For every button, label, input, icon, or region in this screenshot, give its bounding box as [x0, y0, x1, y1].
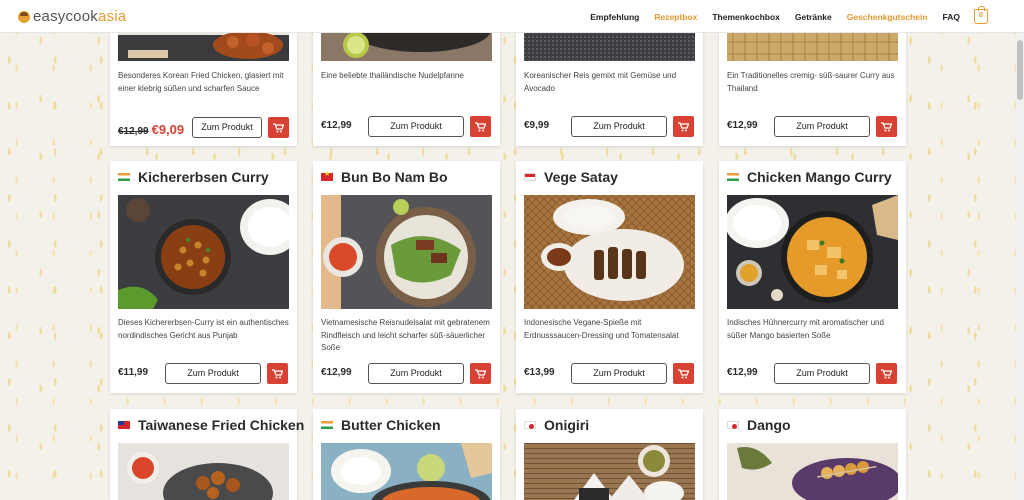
cart-icon[interactable]: 0 — [974, 6, 988, 24]
cart-icon — [678, 121, 689, 131]
product-card-vege-satay: Vege Satay Indonesische Vegane-Spieße mi… — [516, 161, 703, 393]
product-title[interactable]: Taiwanese Fried Chicken — [118, 417, 304, 433]
product-title[interactable]: Dango — [727, 417, 791, 433]
product-price: €13,99 — [524, 367, 555, 378]
japan-flag-icon — [524, 421, 536, 429]
logo-bowl-icon — [18, 10, 30, 23]
product-card-taiwanese-fried-chicken: Taiwanese Fried Chicken — [110, 409, 304, 500]
product-price: €12,99 — [321, 367, 352, 378]
nav-faq[interactable]: FAQ — [943, 12, 960, 22]
nav-empfehlung[interactable]: Empfehlung — [590, 12, 639, 22]
product-description: Vietnamesische Reisnudelsalat mit gebrat… — [321, 318, 490, 352]
product-card-kichererbsen-curry: Kichererbsen Curry Dieses Kichererbsen-C… — [110, 161, 297, 393]
zum-produkt-button[interactable]: Zum Produkt — [368, 116, 464, 137]
product-image[interactable] — [524, 195, 695, 309]
india-flag-icon — [321, 421, 333, 429]
add-to-cart-button[interactable] — [470, 363, 491, 384]
nav-getraenke[interactable]: Getränke — [795, 12, 832, 22]
zum-produkt-button[interactable]: Zum Produkt — [571, 363, 667, 384]
add-to-cart-button[interactable] — [673, 363, 694, 384]
product-description: Ein Traditionelles cremig- süß-saurer Cu… — [727, 71, 895, 93]
product-price: €12,99 — [321, 120, 352, 131]
add-to-cart-button[interactable] — [267, 363, 288, 384]
zum-produkt-button[interactable]: Zum Produkt — [571, 116, 667, 137]
add-to-cart-button[interactable] — [268, 117, 289, 138]
product-image[interactable] — [118, 195, 289, 309]
nav-geschenkgutschein[interactable]: Geschenkgutschein — [847, 12, 928, 22]
cart-icon — [272, 368, 283, 378]
product-card-chicken-mango-curry: Chicken Mango Curry Indisches Hühnercurr… — [719, 161, 906, 393]
product-description: Indisches Hühnercurry mit aromatischer u… — [727, 318, 884, 340]
logo-text-accent: asia — [97, 8, 127, 25]
main-nav: Empfehlung Rezeptbox Themenkochbox Geträ… — [575, 0, 990, 33]
product-image[interactable] — [727, 443, 898, 500]
product-description: Besonderes Korean Fried Chicken, glasier… — [118, 71, 284, 93]
cart-count: 0 — [979, 12, 983, 19]
product-image[interactable] — [524, 443, 695, 500]
product-image[interactable] — [118, 443, 289, 500]
scrollbar-thumb[interactable] — [1017, 40, 1023, 100]
add-to-cart-button[interactable] — [470, 116, 491, 137]
logo-text-main: easycook — [33, 8, 98, 25]
product-title[interactable]: Bun Bo Nam Bo — [321, 169, 448, 185]
product-title[interactable]: Butter Chicken — [321, 417, 441, 433]
cart-icon — [678, 368, 689, 378]
taiwan-flag-icon — [118, 421, 130, 429]
site-logo[interactable]: easycookasia — [18, 8, 126, 25]
zum-produkt-button[interactable]: Zum Produkt — [774, 363, 870, 384]
japan-flag-icon — [727, 421, 739, 429]
india-flag-icon — [118, 173, 130, 181]
product-title[interactable]: Kichererbsen Curry — [118, 169, 269, 185]
product-price: €12,99 €9,09 — [118, 122, 184, 137]
nav-themenkochbox[interactable]: Themenkochbox — [712, 12, 780, 22]
cart-icon — [475, 368, 486, 378]
product-image[interactable] — [321, 195, 492, 309]
product-title[interactable]: Onigiri — [524, 417, 589, 433]
zum-produkt-button[interactable]: Zum Produkt — [192, 117, 262, 138]
add-to-cart-button[interactable] — [673, 116, 694, 137]
india-flag-icon — [727, 173, 739, 181]
product-price: €12,99 — [727, 367, 758, 378]
cart-icon — [273, 122, 284, 132]
product-description: Eine beliebte thailändische Nudelpfanne — [321, 71, 464, 80]
product-image[interactable] — [727, 195, 898, 309]
product-price: €9,99 — [524, 120, 550, 131]
zum-produkt-button[interactable]: Zum Produkt — [165, 363, 261, 384]
indonesia-flag-icon — [524, 173, 536, 181]
vietnam-flag-icon — [321, 170, 333, 181]
cart-icon — [475, 121, 486, 131]
page-scrollbar[interactable] — [1016, 0, 1024, 500]
nav-rezeptbox[interactable]: Rezeptbox — [654, 12, 697, 22]
site-header: easycookasia Empfehlung Rezeptbox Themen… — [0, 0, 1024, 33]
add-to-cart-button[interactable] — [876, 116, 897, 137]
product-card-butter-chicken: Butter Chicken — [313, 409, 500, 500]
product-title[interactable]: Vege Satay — [524, 169, 618, 185]
product-price: €11,99 — [118, 367, 149, 378]
product-description: Koreanischer Reis gemixt mit Gemüse und … — [524, 71, 677, 93]
product-card-dango: Dango — [719, 409, 906, 500]
cart-icon — [881, 121, 892, 131]
cart-icon — [881, 368, 892, 378]
sale-price: €9,09 — [151, 122, 185, 137]
product-description: Indonesische Vegane-Spieße mit Erdnusssa… — [524, 318, 679, 340]
product-description: Dieses Kichererbsen-Curry ist ein authen… — [118, 318, 289, 340]
product-price: €12,99 — [727, 120, 758, 131]
product-title[interactable]: Chicken Mango Curry — [727, 169, 892, 185]
product-card-bun-bo-nam-bo: Bun Bo Nam Bo Vietnamesische Reisnudelsa… — [313, 161, 500, 393]
zum-produkt-button[interactable]: Zum Produkt — [368, 363, 464, 384]
product-image[interactable] — [321, 443, 492, 500]
product-card-onigiri: Onigiri — [516, 409, 703, 500]
zum-produkt-button[interactable]: Zum Produkt — [774, 116, 870, 137]
add-to-cart-button[interactable] — [876, 363, 897, 384]
old-price: €12,99 — [118, 126, 149, 137]
